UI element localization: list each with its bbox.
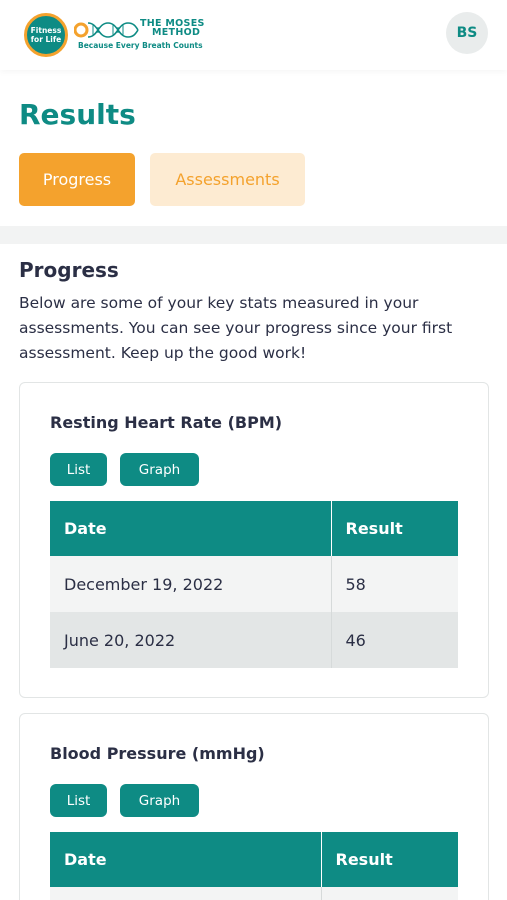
card-title: Resting Heart Rate (BPM): [50, 413, 283, 432]
page-title: Results: [19, 98, 136, 131]
graph-view-button[interactable]: Graph: [120, 784, 199, 817]
date-cell: June 20, 2022: [50, 612, 332, 668]
list-view-button[interactable]: List: [50, 453, 107, 486]
tab-assessments[interactable]: Assessments: [150, 153, 305, 206]
table-row: June 20, 2022 46: [50, 612, 458, 668]
table-row: [50, 887, 458, 900]
dna-helix-icon: [74, 22, 139, 38]
progress-description: Below are some of your key stats measure…: [19, 294, 453, 362]
list-view-button[interactable]: List: [50, 784, 107, 817]
user-avatar[interactable]: BS: [446, 12, 488, 54]
results-table: Date Result: [50, 832, 458, 900]
table-header-row: Date Result: [50, 501, 458, 556]
table-row: December 19, 2022 58: [50, 556, 458, 612]
section-divider: [0, 226, 507, 244]
logo-tagline: Because Every Breath Counts: [78, 41, 203, 50]
blood-pressure-card: Blood Pressure (mmHg) List Graph Date Re…: [19, 713, 489, 900]
result-column-header: Result: [331, 501, 458, 556]
logo-fitness-text: Fitness for Life: [30, 26, 62, 44]
tab-progress[interactable]: Progress: [19, 153, 135, 206]
date-column-header: Date: [50, 501, 332, 556]
app-header: Fitness for Life THE MOSES METHOD Becaus…: [0, 0, 507, 70]
card-title: Blood Pressure (mmHg): [50, 744, 265, 763]
graph-view-button[interactable]: Graph: [120, 453, 199, 486]
results-table: Date Result December 19, 2022 58 June 20…: [50, 501, 458, 668]
table-header-row: Date Result: [50, 832, 458, 887]
result-column-header: Result: [321, 832, 458, 887]
resting-heart-rate-card: Resting Heart Rate (BPM) List Graph Date…: [19, 382, 489, 698]
date-cell: [50, 887, 322, 900]
date-column-header: Date: [50, 832, 322, 887]
fitness-for-life-logo[interactable]: Fitness for Life: [24, 13, 68, 57]
date-cell: December 19, 2022: [50, 556, 332, 612]
logo-moses-line2: METHOD: [152, 27, 201, 38]
result-cell: 46: [331, 612, 458, 668]
moses-method-logo: THE MOSES METHOD: [140, 19, 205, 38]
result-cell: 58: [331, 556, 458, 612]
result-cell: [321, 887, 458, 900]
progress-section-title: Progress: [19, 258, 119, 282]
